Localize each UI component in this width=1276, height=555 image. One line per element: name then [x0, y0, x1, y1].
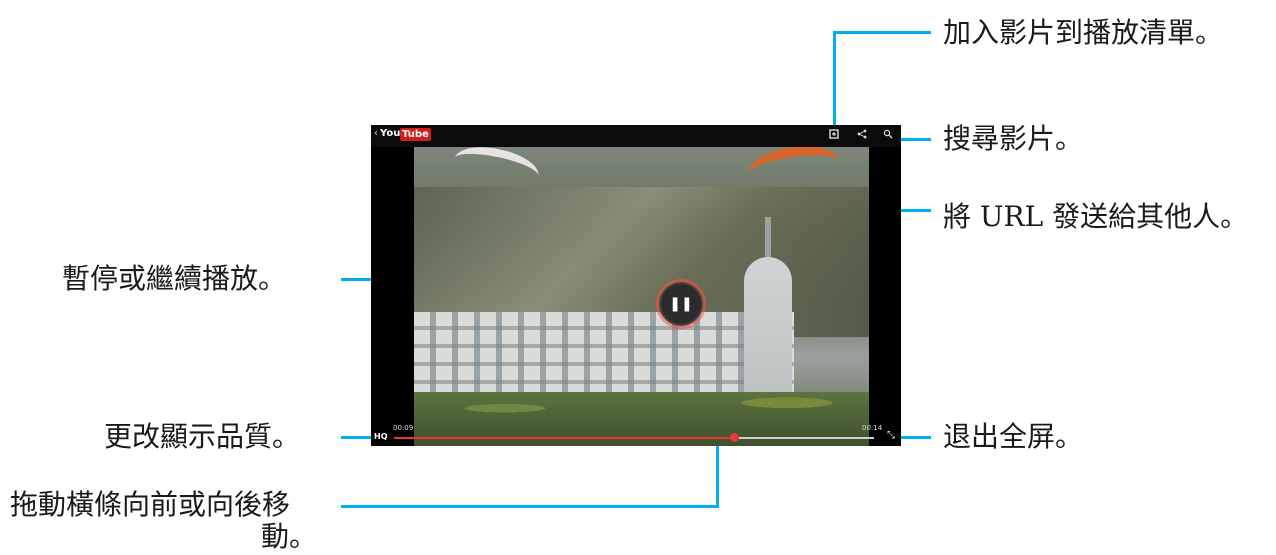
callout-search: 搜尋影片。	[943, 122, 1084, 155]
seek-bar[interactable]	[394, 437, 874, 439]
search-icon[interactable]	[883, 129, 893, 142]
back-icon[interactable]: ‹	[374, 128, 378, 139]
callout-seek-line1: 拖動橫條向前或向後移	[10, 488, 291, 521]
callout-pause: 暫停或繼續播放。	[62, 262, 287, 295]
callout-quality: 更改顯示品質。	[104, 420, 301, 453]
callout-seek-line2: 動。	[261, 520, 318, 553]
pause-button[interactable]: ❚❚	[659, 282, 703, 326]
video-player[interactable]: ‹ You Tube ❚❚ 00:09 00:14 HQ ⤡	[371, 125, 901, 446]
total-time: 00:14	[862, 424, 883, 432]
youtube-logo-tube: Tube	[400, 128, 431, 141]
callout-line-exit-fullscreen	[896, 436, 931, 439]
current-time: 00:09	[393, 424, 414, 432]
player-top-bar: ‹ You Tube	[371, 125, 901, 147]
pause-icon: ❚❚	[669, 296, 693, 312]
video-spire	[765, 217, 771, 262]
seek-bar-progress	[394, 437, 735, 439]
exit-fullscreen-icon[interactable]: ⤡	[887, 430, 895, 441]
add-to-playlist-icon[interactable]	[829, 129, 839, 142]
callout-add-playlist: 加入影片到播放清單。	[943, 16, 1224, 49]
hq-quality-button[interactable]: HQ	[374, 432, 388, 441]
video-frame[interactable]: ❚❚	[414, 147, 869, 446]
share-icon[interactable]	[857, 129, 867, 142]
callout-share: 將 URL 發送給其他人。	[943, 200, 1249, 233]
callout-line-quality	[341, 436, 373, 439]
youtube-logo-you: You	[380, 128, 401, 139]
callout-exit-fullscreen: 退出全屏。	[943, 420, 1084, 453]
